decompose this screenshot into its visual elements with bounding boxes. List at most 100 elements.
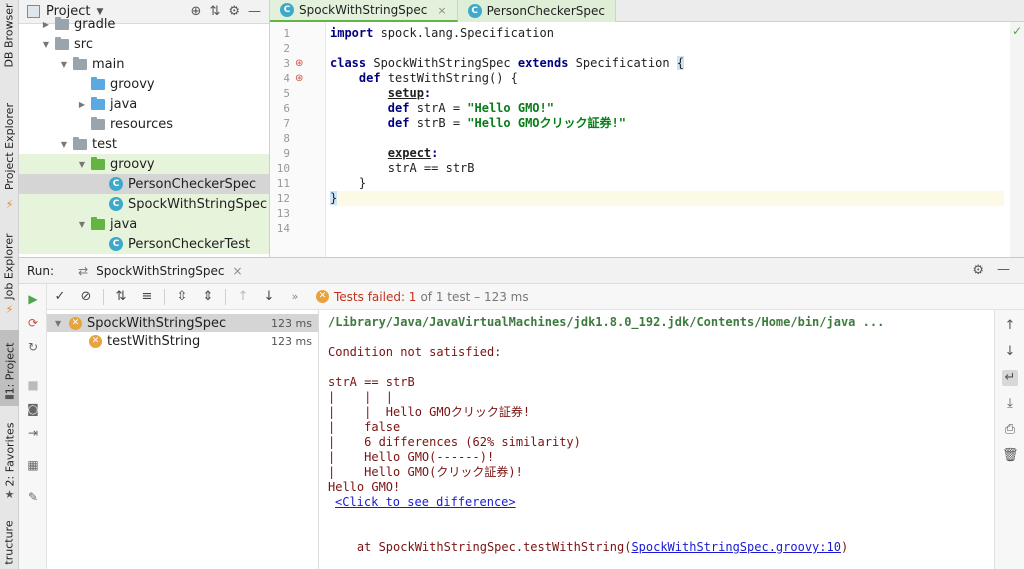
test-case-row[interactable]: ✕ testWithString 123 ms — [47, 332, 318, 350]
scroll-to-end-icon[interactable]: ⤓ — [1002, 396, 1018, 412]
arrow-down-icon[interactable]: ↓ — [1002, 344, 1018, 360]
folder-icon — [73, 56, 87, 70]
console-side-toolbar: ↑ ↓ ↵ ⤓ ⎙ 🗑 — [994, 310, 1024, 569]
code-line-12: } — [330, 191, 1004, 206]
left-tool-stripe: DB Browser Project Explorer ⚡ Job Explor… — [0, 0, 19, 569]
see-difference-link[interactable]: <Click to see difference> — [335, 495, 516, 510]
run-test-icon[interactable]: ⊛ — [295, 56, 303, 71]
arrow-up-icon[interactable]: ↑ — [1002, 318, 1018, 334]
line-number: 2 — [283, 42, 290, 55]
job-explorer-tab[interactable]: Job Explorer — [0, 228, 19, 304]
soft-wrap-icon[interactable]: ↵ — [1002, 370, 1018, 386]
chevron-down-icon[interactable]: ▼ — [55, 319, 65, 328]
structure-tab[interactable]: tructure — [0, 515, 19, 569]
chevron-right-icon[interactable]: ▶ — [41, 20, 51, 29]
hide-icon[interactable]: — — [997, 262, 1010, 277]
rerun-icon[interactable]: ▶ — [26, 292, 40, 306]
project-tree-label: gradle — [74, 16, 116, 32]
test-config-icon: ⇄ — [78, 263, 89, 278]
show-ignored-icon[interactable]: ⊘ — [73, 289, 99, 304]
chevron-right-icon[interactable]: ▶ — [77, 100, 87, 109]
console-output[interactable]: /Library/Java/JavaVirtualMachines/jdk1.8… — [319, 310, 994, 569]
tab-personcheckerspec[interactable]: C PersonCheckerSpec — [457, 0, 616, 22]
project-explorer-tab[interactable]: Project Explorer — [0, 96, 19, 196]
toolbar-divider — [164, 288, 165, 305]
db-browser-tab[interactable]: DB Browser — [0, 0, 19, 70]
print-icon[interactable]: ⎙ — [1002, 422, 1018, 438]
run-tab[interactable]: ⇄ SpockWithStringSpec × — [72, 264, 249, 278]
expand-all-icon[interactable]: ⇳ — [169, 289, 195, 304]
code-line-10: strA == strB — [387, 161, 475, 175]
inspection-ok-icon: ✓ — [1011, 24, 1022, 38]
project-tree-item[interactable]: ▼ src — [19, 34, 269, 54]
arrow-up-icon[interactable]: ↑ — [230, 289, 256, 304]
chevron-down-icon[interactable]: ▼ — [77, 220, 87, 229]
show-passed-icon[interactable]: ✓ — [47, 289, 73, 304]
console-command-line: /Library/Java/JavaVirtualMachines/jdk1.8… — [328, 315, 885, 329]
arrow-down-icon[interactable]: ↓ — [256, 289, 282, 304]
sort-duration-icon[interactable]: ≡ — [134, 289, 160, 304]
console-line: Hello GMO! — [328, 480, 401, 494]
favorites-tab[interactable]: 2: Favorites — [0, 418, 19, 490]
project-tree-label: PersonCheckerSpec — [128, 176, 257, 192]
groovy-class-icon: C — [109, 177, 123, 191]
project-tree-item[interactable]: resources — [19, 114, 269, 134]
project-tree-item[interactable]: ▼ java — [19, 214, 269, 234]
test-failed-icon: ✕ — [69, 316, 82, 330]
project-tree-label: java — [110, 96, 138, 112]
chevron-down-icon[interactable]: ▼ — [41, 40, 51, 49]
gear-icon[interactable]: ⚙ — [972, 263, 984, 278]
project-tree-item[interactable]: ▶ gradle — [19, 14, 269, 34]
camera-icon[interactable]: ◙ — [26, 402, 40, 416]
sort-alpha-icon[interactable]: ⇅ — [108, 289, 134, 304]
project-tree-item[interactable]: ▼ main — [19, 54, 269, 74]
project-tree-item[interactable]: C PersonCheckerSpec — [19, 174, 269, 194]
project-tree-label: resources — [110, 116, 174, 132]
folder-icon — [55, 16, 69, 30]
pin-icon[interactable]: ✎ — [26, 490, 40, 504]
project-tree-item[interactable]: ▼ test — [19, 134, 269, 154]
more-icon[interactable]: » — [282, 290, 308, 303]
test-suite-row[interactable]: ▼ ✕ SpockWithStringSpec 123 ms — [47, 314, 318, 332]
project-tree-item[interactable]: ▶ java — [19, 94, 269, 114]
structure-label: tructure — [3, 519, 17, 565]
test-case-label: testWithString — [107, 333, 201, 349]
tab-label: SpockWithStringSpec — [299, 3, 428, 17]
project-tree-item[interactable]: C SpockWithStringSpec — [19, 194, 269, 214]
close-icon[interactable]: × — [233, 264, 243, 278]
rerun-failed-icon[interactable]: ⟳ — [26, 316, 40, 330]
import-test-results-icon[interactable]: ⇥ — [26, 426, 40, 440]
chevron-down-icon[interactable]: ▼ — [59, 140, 69, 149]
editor-scrollbar[interactable] — [1010, 22, 1024, 257]
line-number: 10 — [276, 162, 290, 175]
code-line-6: def strA = "Hello GMO!" — [387, 101, 554, 115]
test-runner-toolbar: ✓ ⊘ ⇅ ≡ ⇳ ⇕ ↑ ↓ » ✕ Tests failed: 1 of 1… — [47, 284, 1024, 310]
project-tree-item[interactable]: groovy — [19, 74, 269, 94]
source-location-link[interactable]: SpockWithStringSpec.groovy:10 — [631, 540, 841, 554]
tab-spockwithstringspec[interactable]: C SpockWithStringSpec × — [270, 0, 458, 22]
project-tree-item[interactable]: ▼ groovy — [19, 154, 269, 174]
stop-icon[interactable]: ■ — [26, 378, 40, 392]
job-explorer-icon: ⚡ — [5, 303, 14, 316]
run-panel: Run: ⇄ SpockWithStringSpec × ⚙ — ▶ ⟳ ↻ ■… — [19, 257, 1024, 569]
line-number: 9 — [283, 147, 290, 160]
layout-icon[interactable]: ▦ — [26, 458, 40, 472]
close-icon[interactable]: × — [437, 4, 446, 17]
chevron-down-icon[interactable]: ▼ — [77, 160, 87, 169]
chevron-down-icon[interactable]: ▼ — [59, 60, 69, 69]
test-results-tree: ▼ ✕ SpockWithStringSpec 123 ms ✕ testWit… — [47, 310, 319, 569]
code-line-3: class SpockWithStringSpec extends Specif… — [330, 56, 685, 70]
folder-icon — [91, 96, 105, 110]
run-test-icon[interactable]: ⊛ — [295, 71, 303, 86]
project-tree-label: PersonCheckerTest — [128, 236, 251, 252]
project-explorer-icon: ⚡ — [5, 198, 14, 211]
project-tree-label: java — [110, 216, 138, 232]
project-tree-item[interactable]: C PersonCheckerTest — [19, 234, 269, 254]
toggle-auto-test-icon[interactable]: ↻ — [26, 340, 40, 354]
collapse-all-icon[interactable]: ⇕ — [195, 289, 221, 304]
trash-icon[interactable]: 🗑 — [1002, 448, 1019, 464]
stack-trace-text: ) — [840, 540, 849, 554]
project-tree-label: groovy — [110, 76, 155, 92]
groovy-class-icon: C — [109, 197, 123, 211]
project-tree-label: test — [92, 136, 117, 152]
